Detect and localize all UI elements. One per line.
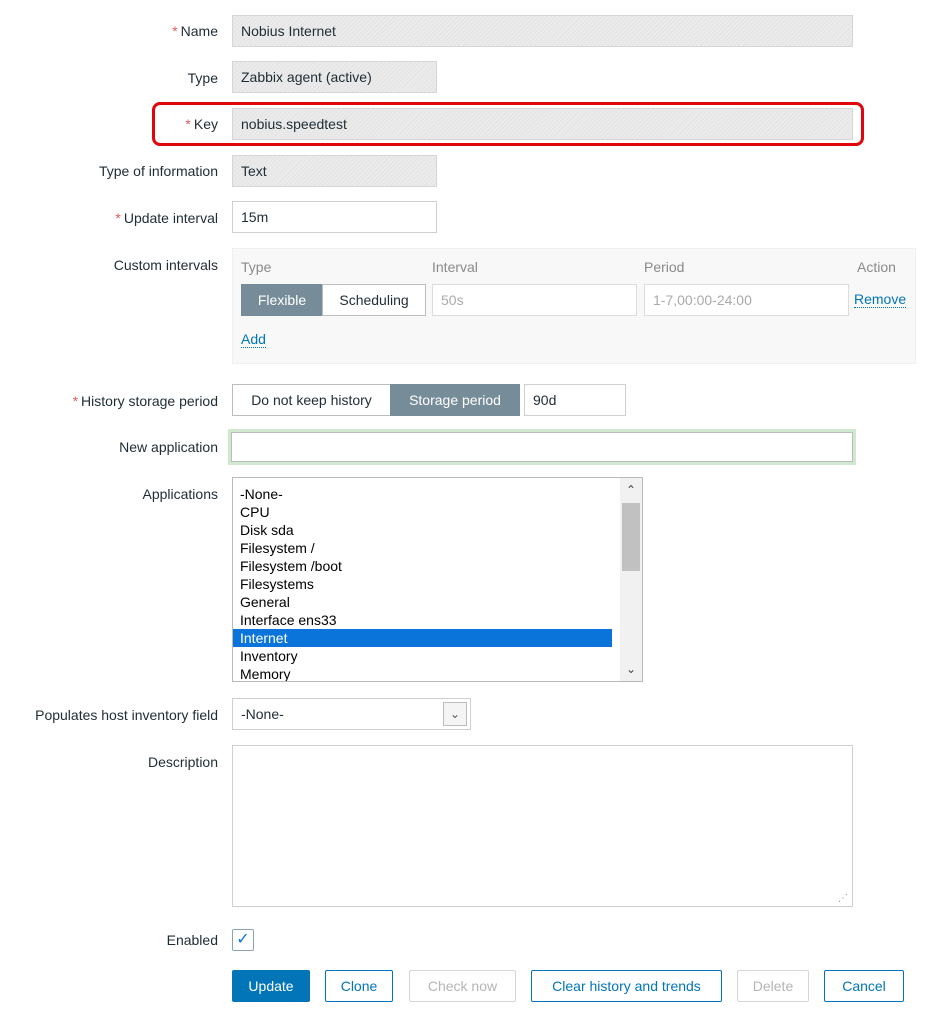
list-item[interactable]: General	[233, 593, 642, 611]
scheduling-toggle[interactable]: Scheduling	[322, 284, 426, 316]
description-textarea[interactable]: ⋰	[232, 745, 853, 907]
applications-scrollbar[interactable]: ⌃ ⌄	[620, 478, 642, 681]
list-item[interactable]: CPU	[233, 503, 642, 521]
name-field[interactable]: Nobius Internet	[232, 15, 853, 47]
flexible-toggle[interactable]: Flexible	[241, 284, 323, 316]
resize-grip-icon[interactable]: ⋰	[838, 893, 848, 904]
clear-history-button[interactable]: Clear history and trends	[531, 970, 722, 1002]
required-asterisk: *	[115, 210, 121, 226]
new-application-input[interactable]	[228, 429, 856, 465]
applications-listbox[interactable]: -None- CPU Disk sda Filesystem / Filesys…	[232, 477, 643, 682]
chevron-down-icon[interactable]: ⌄	[443, 702, 467, 726]
list-item[interactable]: Inventory	[233, 647, 642, 665]
add-link[interactable]: Add	[241, 331, 266, 348]
applications-items: -None- CPU Disk sda Filesystem / Filesys…	[233, 485, 642, 681]
update-button[interactable]: Update	[232, 970, 310, 1002]
history-storage-label: * History storage period	[72, 393, 218, 409]
delete-button[interactable]: Delete	[737, 970, 809, 1002]
list-item[interactable]: Memory	[233, 665, 642, 681]
scrollbar-thumb[interactable]	[622, 503, 640, 571]
type-field[interactable]: Zabbix agent (active)	[232, 61, 437, 93]
checkmark-icon: ✓	[236, 931, 250, 948]
ci-header-period: Period	[644, 259, 685, 275]
inventory-field-value: -None-	[241, 706, 284, 722]
list-item[interactable]: Disk sda	[233, 521, 642, 539]
custom-intervals-table: Type Interval Period Action Flexible Sch…	[232, 248, 916, 364]
scroll-up-icon[interactable]: ⌃	[620, 480, 642, 500]
cancel-button[interactable]: Cancel	[824, 970, 904, 1002]
storage-period-input[interactable]: 90d	[524, 384, 626, 416]
list-item[interactable]: Interface ens33	[233, 611, 642, 629]
ci-header-interval: Interval	[432, 259, 478, 275]
key-highlight-box	[152, 102, 864, 146]
applications-label: Applications	[142, 486, 219, 502]
period-input[interactable]: 1-7,00:00-24:00	[644, 284, 849, 316]
list-item[interactable]: Filesystem /boot	[233, 557, 642, 575]
interval-input[interactable]: 50s	[432, 284, 637, 316]
new-application-label: New application	[119, 439, 218, 455]
type-of-information-label: Type of information	[98, 163, 218, 179]
type-label: Type	[187, 70, 218, 86]
required-asterisk: *	[72, 393, 79, 409]
list-item[interactable]: Filesystem /	[233, 539, 642, 557]
remove-link-wrap: Remove	[854, 291, 907, 308]
list-item[interactable]: -None-	[233, 485, 642, 503]
inventory-field-label: Populates host inventory field	[35, 707, 218, 723]
list-item[interactable]: Filesystems	[233, 575, 642, 593]
storage-period-toggle[interactable]: Storage period	[390, 384, 520, 416]
name-label: * Name	[172, 23, 218, 39]
enabled-checkbox[interactable]: ✓	[232, 929, 254, 951]
update-interval-input[interactable]: 15m	[232, 201, 437, 233]
scroll-down-icon[interactable]: ⌄	[620, 659, 642, 679]
remove-link[interactable]: Remove	[854, 291, 907, 308]
type-of-information-field[interactable]: Text	[232, 155, 437, 187]
ci-header-type: Type	[241, 259, 272, 275]
do-not-keep-history-toggle[interactable]: Do not keep history	[232, 384, 391, 416]
ci-header-action: Action	[857, 259, 896, 275]
custom-intervals-label: Custom intervals	[113, 257, 218, 273]
update-interval-label: * Update interval	[115, 210, 218, 226]
clone-button[interactable]: Clone	[325, 970, 393, 1002]
add-link-wrap: Add	[241, 331, 266, 348]
list-item-selected[interactable]: Internet	[233, 629, 612, 647]
description-label: Description	[147, 754, 218, 770]
check-now-button[interactable]: Check now	[409, 970, 516, 1002]
enabled-label: Enabled	[166, 932, 218, 948]
required-asterisk: *	[172, 23, 178, 39]
new-application-inner	[231, 432, 853, 462]
inventory-field-select[interactable]: -None- ⌄	[232, 698, 471, 730]
